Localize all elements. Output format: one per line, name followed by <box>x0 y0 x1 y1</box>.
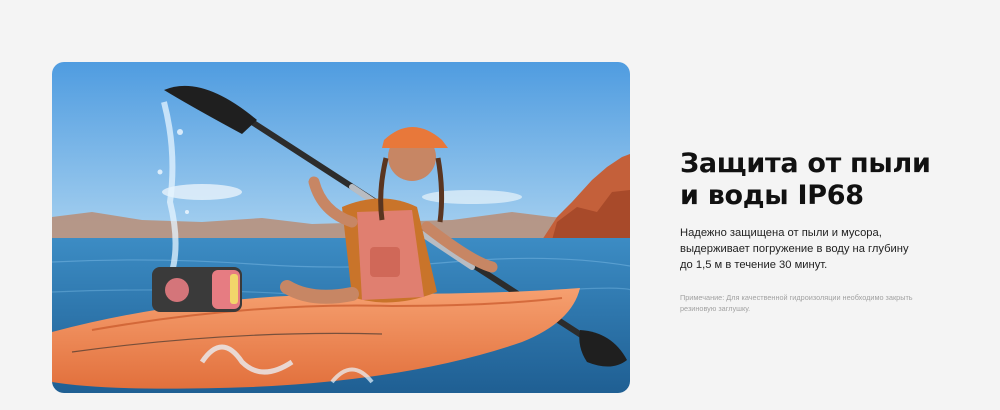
description-line: выдерживает погружение в воду на глубину <box>680 243 909 255</box>
feature-text-block: Защита от пыли и воды IP68 Надежно защищ… <box>680 148 970 314</box>
description-line: до 1,5 м в течение 30 минут. <box>680 259 828 271</box>
headline-line: и воды IP68 <box>680 180 864 211</box>
waterproof-note: Примечание: Для качественной гидроизоляц… <box>680 292 970 314</box>
note-line: резиновую заглушку. <box>680 304 751 313</box>
note-line: Примечание: Для качественной гидроизоляц… <box>680 293 913 302</box>
feature-headline: Защита от пыли и воды IP68 <box>680 148 970 212</box>
description-line: Надежно защищена от пыли и мусора, <box>680 227 882 239</box>
cloud <box>422 190 522 204</box>
product-lifestyle-photo <box>52 62 630 393</box>
headline-line: Защита от пыли <box>680 148 931 179</box>
feature-description: Надежно защищена от пыли и мусора, выдер… <box>680 225 970 273</box>
kayaker-illustration <box>52 62 630 393</box>
